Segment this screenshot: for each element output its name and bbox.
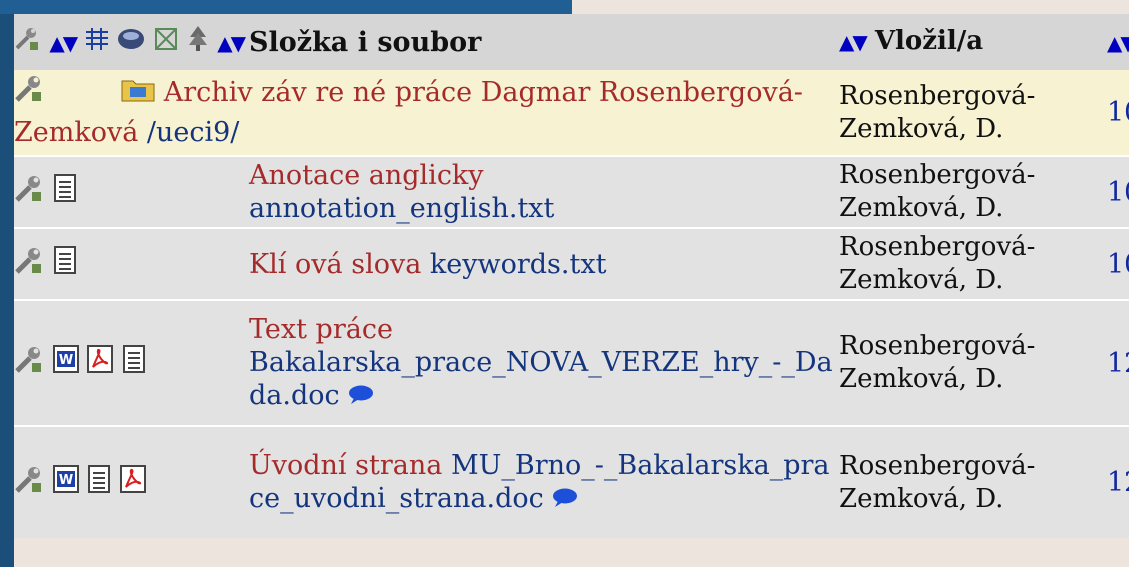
folder-path-link[interactable]: /ueci9/ xyxy=(147,117,240,148)
file-label[interactable]: Úvodní strana xyxy=(249,450,442,481)
uploaded-by: Rosenbergová-Zemková, D. xyxy=(839,425,1107,538)
folder-cell: Archiv záv re né práce Dagmar Rosenbergo… xyxy=(14,70,839,156)
table-row: Klí ová slova keywords.txt Rosenbergová-… xyxy=(14,227,1129,300)
settings-tool-icon[interactable] xyxy=(14,245,44,283)
text-file-icon[interactable] xyxy=(53,245,77,283)
word-doc-icon[interactable]: W xyxy=(52,345,79,381)
settings-tool-icon[interactable] xyxy=(14,173,44,211)
top-blue-band xyxy=(0,0,572,14)
header-name[interactable]: Složka i soubor xyxy=(249,14,839,70)
sort-arrows-icon[interactable]: ▲▼ xyxy=(217,31,246,55)
uploaded-by: Rosenbergová-Zemková, D. xyxy=(839,227,1107,300)
file-link[interactable]: Bakalarska_prace_NOVA_VERZE_hry_-_Dada.d… xyxy=(249,347,833,411)
table-row: W Úvodní strana MU_Brno_-_Bakalarska_pra… xyxy=(14,425,1129,538)
file-icons-cell xyxy=(14,155,249,228)
file-name-cell: Klí ová slova keywords.txt xyxy=(249,227,839,300)
uploaded-by: Rosenbergová-Zemková, D. xyxy=(839,155,1107,228)
file-link[interactable]: keywords.txt xyxy=(430,249,607,280)
header-date[interactable]: ▲▼ xyxy=(1107,14,1129,70)
date-cell: 12. xyxy=(1107,299,1129,426)
text-file-icon[interactable] xyxy=(122,345,146,381)
comment-bubble-icon[interactable] xyxy=(552,483,578,516)
file-icons-cell xyxy=(14,227,249,300)
file-icons-cell: W xyxy=(14,425,249,538)
sort-arrows-icon[interactable]: ▲▼ xyxy=(839,30,868,54)
pdf-icon[interactable] xyxy=(119,464,146,501)
file-table: ▲▼ ▲▼ Složka i soubor ▲▼ Vložil/a ▲▼ Arc… xyxy=(14,14,1129,538)
settings-tool-icon[interactable] xyxy=(14,464,44,502)
file-link[interactable]: annotation_english.txt xyxy=(249,193,554,224)
table-row: Archiv záv re né práce Dagmar Rosenbergo… xyxy=(14,70,1129,156)
word-doc-icon[interactable]: W xyxy=(52,464,79,501)
tree-icon[interactable] xyxy=(188,25,208,59)
table-row: W Text práce Bakalarska_prace_NOVA_VERZE… xyxy=(14,299,1129,426)
table-row: Anotace anglicky annotation_english.txt … xyxy=(14,155,1129,228)
columns-icon[interactable] xyxy=(85,26,108,59)
top-page-band xyxy=(572,0,1129,14)
folder-icon[interactable] xyxy=(121,75,155,113)
header-uploaded-by-label: Vložil/a xyxy=(874,26,984,56)
file-label[interactable]: Klí ová slova xyxy=(249,249,421,280)
disk-icon[interactable] xyxy=(117,26,145,59)
grid-cross-icon[interactable] xyxy=(154,26,178,59)
date-cell: 12. xyxy=(1107,425,1129,538)
file-icons-cell: W xyxy=(14,299,249,426)
file-label[interactable]: Anotace anglicky xyxy=(249,160,484,191)
file-name-cell: Text práce Bakalarska_prace_NOVA_VERZE_h… xyxy=(249,299,839,426)
text-file-icon[interactable] xyxy=(53,173,77,211)
file-name-cell: Úvodní strana MU_Brno_-_Bakalarska_prace… xyxy=(249,425,839,538)
comment-bubble-icon[interactable] xyxy=(348,380,374,413)
svg-text:W: W xyxy=(58,353,72,368)
uploaded-by: Rosenbergová-Zemková, D. xyxy=(839,299,1107,426)
file-label[interactable]: Text práce xyxy=(249,314,393,345)
uploaded-by: Rosenbergová-Zemková, D. xyxy=(839,80,1036,144)
header-icons-cell: ▲▼ ▲▼ xyxy=(14,14,249,70)
table-header-row: ▲▼ ▲▼ Složka i soubor ▲▼ Vložil/a ▲▼ xyxy=(14,14,1129,70)
sort-arrows-icon[interactable]: ▲▼ xyxy=(1107,31,1129,55)
settings-tool-icon[interactable] xyxy=(14,73,44,114)
date-cell: 10. xyxy=(1107,155,1129,228)
header-uploaded-by[interactable]: ▲▼ Vložil/a xyxy=(839,14,1107,70)
svg-text:W: W xyxy=(58,473,72,488)
pdf-icon[interactable] xyxy=(87,345,114,381)
settings-tool-icon xyxy=(14,25,40,59)
sort-arrows-icon[interactable]: ▲▼ xyxy=(49,31,78,55)
date-cell: 10. xyxy=(1107,97,1129,128)
text-file-icon[interactable] xyxy=(87,464,111,501)
file-name-cell: Anotace anglicky annotation_english.txt xyxy=(249,155,839,228)
left-blue-strip xyxy=(0,0,14,567)
settings-tool-icon[interactable] xyxy=(14,344,44,382)
date-cell: 10. xyxy=(1107,227,1129,300)
